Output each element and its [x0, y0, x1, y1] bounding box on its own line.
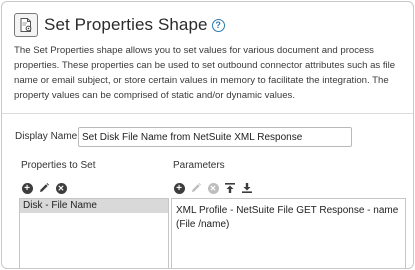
move-to-bottom-button[interactable]	[241, 182, 253, 194]
properties-toolbar: + ✕	[21, 181, 72, 195]
edit-property-button[interactable]	[38, 182, 50, 194]
delete-parameter-button[interactable]: ✕	[207, 182, 219, 194]
section-divider	[2, 113, 413, 114]
parameters-list: XML Profile - NetSuite File GET Response…	[171, 198, 406, 268]
dialog-title: Set Properties Shape	[44, 15, 208, 34]
dialog-header: Set Properties Shape ?	[14, 12, 225, 38]
list-item[interactable]: Disk - File Name	[20, 199, 168, 213]
add-icon: +	[173, 182, 185, 194]
move-to-top-button[interactable]	[224, 182, 236, 194]
delete-icon: ✕	[207, 182, 219, 194]
parameters-label: Parameters	[173, 160, 225, 171]
shape-description: The Set Properties shape allows you to s…	[14, 45, 396, 101]
properties-list: Disk - File Name	[19, 198, 169, 268]
edit-icon	[192, 183, 201, 192]
delete-property-button[interactable]: ✕	[55, 182, 67, 194]
add-icon: +	[21, 182, 33, 194]
move-to-bottom-icon	[242, 183, 252, 193]
move-to-top-icon	[225, 183, 235, 193]
edit-parameter-button[interactable]	[190, 182, 202, 194]
add-property-button[interactable]: +	[21, 182, 33, 194]
list-item[interactable]: XML Profile - NetSuite File GET Response…	[172, 199, 405, 232]
set-properties-dialog: Set Properties Shape ? The Set Propertie…	[1, 1, 414, 269]
add-parameter-button[interactable]: +	[173, 182, 185, 194]
edit-icon	[40, 183, 49, 192]
delete-icon: ✕	[55, 182, 67, 194]
display-name-label: Display Name	[15, 131, 78, 142]
properties-to-set-label: Properties to Set	[21, 160, 96, 171]
question-circle-icon[interactable]: ?	[211, 18, 225, 32]
parameters-toolbar: + ✕	[173, 181, 258, 195]
display-name-input[interactable]	[78, 127, 352, 147]
document-gear-icon	[14, 13, 38, 37]
